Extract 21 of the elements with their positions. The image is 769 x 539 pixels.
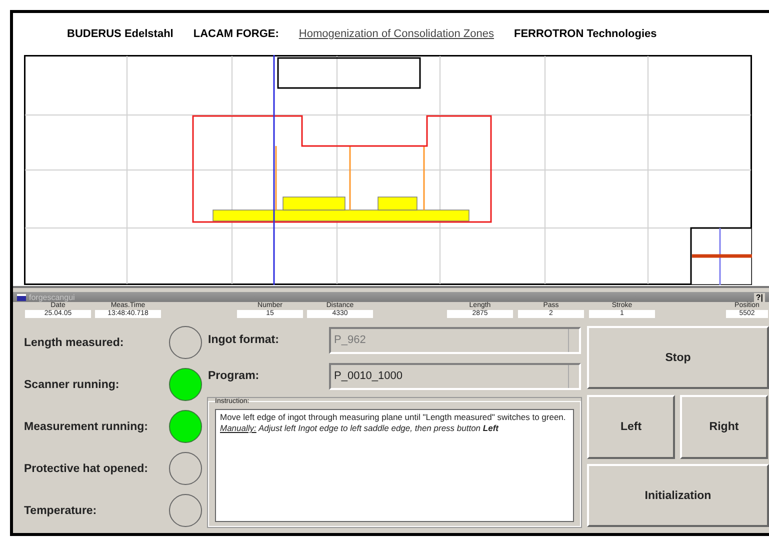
window-icon (17, 294, 26, 300)
header-text: LACAM FORGE: (193, 28, 279, 40)
action-button[interactable]: Initialization (587, 464, 769, 527)
instruction-note: Manually: Adjust left Ingot edge to left saddle edge, then press button Left (220, 423, 500, 434)
title-link[interactable]: Homogenization of Consolidation Zones (298, 28, 494, 40)
status-label: Protective hat opened: (24, 462, 148, 474)
panel-title: forgescangui (29, 292, 76, 302)
instruction-text: Move left edge of ingot through measuring plane until "Length measured" switches to green. (220, 412, 567, 423)
header-text: FERROTRON Technologies (514, 28, 657, 40)
action-button[interactable]: Stop (587, 326, 769, 389)
status-label: Scanner running: (24, 378, 120, 390)
status-label: Temperature: (24, 504, 97, 516)
help-button[interactable]: ?| (754, 292, 765, 302)
action-button[interactable]: Left (587, 394, 675, 458)
status-label: Measurement running: (24, 420, 148, 432)
status-label: Length measured: (24, 336, 124, 348)
action-button[interactable]: Right (680, 394, 768, 458)
field-label: Ingot format: (208, 334, 280, 346)
field-label: Program: (208, 370, 260, 382)
dropdown-field[interactable]: P_0010_1000 (329, 362, 581, 390)
header-text: BUDERUS Edelstahl (67, 28, 174, 40)
